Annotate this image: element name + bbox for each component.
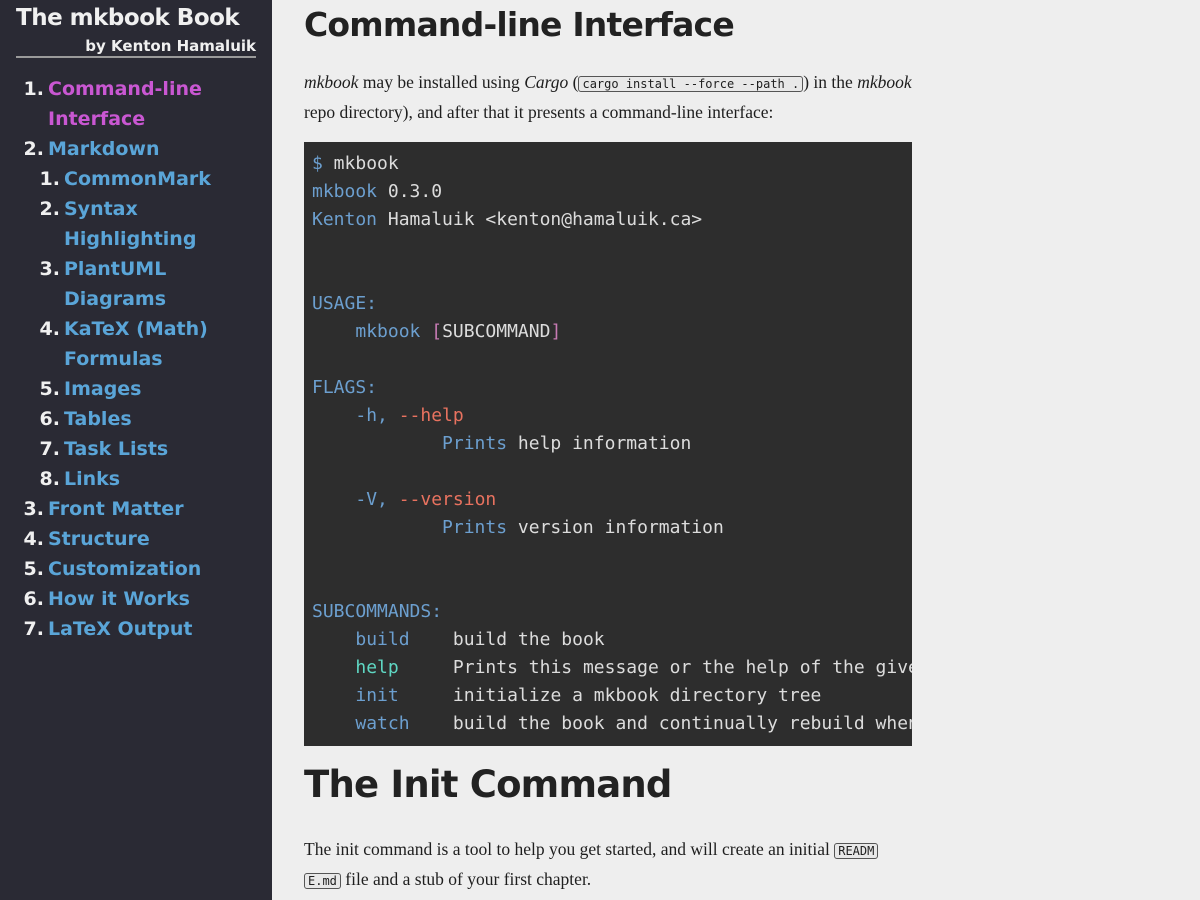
toc-number: 4.: [39, 318, 60, 340]
inline-code-readme-cont: E.md: [304, 873, 341, 889]
heading-init-command: The Init Command: [304, 763, 672, 806]
toc-number: 2.: [23, 138, 44, 160]
toc-label[interactable]: Customization: [48, 554, 201, 584]
code-token: watch: [355, 713, 410, 734]
toc-label-cont[interactable]: Interface: [48, 104, 145, 134]
toc-label[interactable]: Front Matter: [48, 494, 184, 524]
toc-label[interactable]: CommonMark: [64, 164, 211, 194]
sidebar: The mkbook Book by Kenton Hamaluik 1. Co…: [0, 0, 272, 900]
toc-label[interactable]: Structure: [48, 524, 150, 554]
code-token: FLAGS:: [312, 377, 378, 398]
toc-number: 6.: [23, 588, 44, 610]
para-text: The init command is a tool to help you g…: [304, 839, 835, 859]
para-text: ) in the: [803, 72, 858, 92]
intro-paragraph: mkbook may be installed using Cargo (car…: [304, 68, 912, 126]
code-token: ]: [550, 321, 562, 342]
em-mkbook: mkbook: [857, 72, 912, 92]
code-token: Hamaluik <kenton@hamaluik.ca>: [377, 209, 703, 230]
toc-label[interactable]: Links: [64, 464, 120, 494]
toc-number: 3.: [39, 258, 60, 280]
toc-item-katex-formulas[interactable]: 4. KaTeX (Math) Formulas: [0, 314, 260, 374]
code-token: build: [355, 629, 410, 650]
code-token: 0.3.0: [377, 181, 443, 202]
para-text: file and a stub of your first chapter.: [340, 869, 592, 889]
code-token: Prints this message or the help of the g…: [452, 657, 912, 678]
code-token: --help: [387, 405, 464, 426]
code-token: -h,: [355, 405, 388, 426]
code-block-cli-output[interactable]: $ mkbook mkbook 0.3.0 Kenton Hamaluik <k…: [304, 142, 912, 746]
code-token: -V,: [355, 489, 388, 510]
code-token: SUBCOMMANDS:: [312, 601, 443, 622]
code-token: --version: [387, 489, 497, 510]
toc-item-plantuml-diagrams[interactable]: 3. PlantUML Diagrams: [0, 254, 260, 314]
toc-number: 3.: [23, 498, 44, 520]
toc-number: 7.: [23, 618, 44, 640]
code-token: help information: [507, 433, 692, 454]
para-text: repo directory), and after that it prese…: [304, 102, 774, 122]
para-text: (: [568, 72, 579, 92]
code-token: Prints: [442, 517, 508, 538]
toc-number: 5.: [23, 558, 44, 580]
main-content: Command-line Interface mkbook may be ins…: [304, 0, 912, 900]
toc-number: 4.: [23, 528, 44, 550]
toc-label[interactable]: LaTeX Output: [48, 614, 193, 644]
book-author: by Kenton Hamaluik: [85, 37, 256, 55]
toc-number: 8.: [39, 468, 60, 490]
toc-label[interactable]: Markdown: [48, 134, 159, 164]
toc-label[interactable]: KaTeX (Math): [64, 314, 208, 344]
code-token: mkbook: [312, 181, 378, 202]
toc-label[interactable]: Task Lists: [64, 434, 168, 464]
code-token: mkbook: [322, 153, 399, 174]
code-token: SUBCOMMAND: [442, 321, 551, 342]
code-token: mkbook: [355, 321, 421, 342]
toc-label-cont[interactable]: Diagrams: [64, 284, 166, 314]
code-token: help: [355, 657, 399, 678]
heading-command-line-interface: Command-line Interface: [304, 5, 735, 44]
code-token: build the book: [452, 629, 605, 650]
code-token: initialize a mkbook directory tree: [452, 685, 822, 706]
code-token: build the book and continually rebuild w…: [452, 713, 912, 734]
toc-label-cont[interactable]: Formulas: [64, 344, 163, 374]
toc-number: 5.: [39, 378, 60, 400]
toc-label[interactable]: Syntax: [64, 194, 138, 224]
code-token: USAGE:: [312, 293, 378, 314]
toc-number: 7.: [39, 438, 60, 460]
inline-code-install: cargo install --force --path .: [578, 76, 804, 92]
code-token: Kenton: [312, 209, 378, 230]
toc-number: 1.: [23, 78, 44, 100]
init-paragraph: The init command is a tool to help you g…: [304, 835, 912, 895]
title-divider: [16, 56, 256, 58]
code-token: version information: [507, 517, 724, 538]
toc-label[interactable]: Tables: [64, 404, 132, 434]
code-token: Prints: [442, 433, 508, 454]
code-token: [: [431, 321, 443, 342]
book-title[interactable]: The mkbook Book: [16, 5, 240, 31]
em-mkbook: mkbook: [304, 72, 359, 92]
para-text: may be installed using: [358, 72, 525, 92]
toc-label[interactable]: PlantUML: [64, 254, 166, 284]
toc-item-command-line-interface[interactable]: 1. Command-line Interface: [0, 74, 260, 134]
code-token: init: [355, 685, 399, 706]
toc-label-cont[interactable]: Highlighting: [64, 224, 196, 254]
em-cargo: Cargo: [524, 72, 569, 92]
prompt-symbol: $: [312, 153, 323, 174]
toc-label[interactable]: Images: [64, 374, 141, 404]
toc-number: 2.: [39, 198, 60, 220]
toc-item-syntax-highlighting[interactable]: 2. Syntax Highlighting: [0, 194, 260, 254]
toc-number: 1.: [39, 168, 60, 190]
toc-number: 6.: [39, 408, 60, 430]
inline-code-readme: READM: [834, 843, 879, 859]
toc-label[interactable]: How it Works: [48, 584, 190, 614]
toc-label[interactable]: Command-line: [48, 74, 202, 104]
